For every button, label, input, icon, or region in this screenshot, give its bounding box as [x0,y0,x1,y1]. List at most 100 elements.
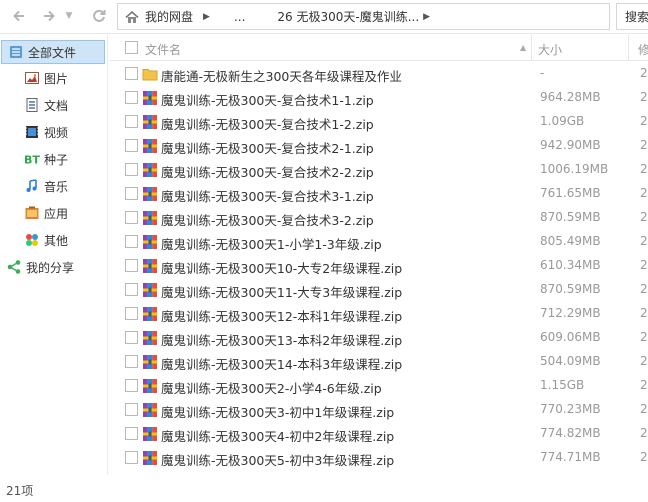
row-checkbox[interactable] [125,283,138,296]
file-size: 774.82MB [540,426,601,440]
sidebar-item-all-files[interactable]: 全部文件 [1,40,105,64]
file-row[interactable]: 魔鬼训练-无极300天13-本科2年级课程.zip 609.06MB 2 [110,326,648,350]
file-row[interactable]: 魔鬼训练-无极300天11-大专3年级课程.zip 870.59MB 2 [110,278,648,302]
breadcrumb-current[interactable]: 26 无极300天-魔鬼训练... [277,8,419,25]
column-divider[interactable] [531,35,532,61]
breadcrumb-root[interactable]: 我的网盘 [145,8,193,25]
file-list: 文件名 ▲ 大小 修 唐能通-无极新生之300天各年级课程及作业 -2 魔鬼训练-无… [110,35,648,475]
column-header-modified[interactable]: 修 [638,41,648,58]
zip-archive-icon [142,90,158,106]
file-row[interactable]: 魔鬼训练-无极300天-复合技术1-2.zip 1.09GB 2 [110,110,648,134]
row-checkbox[interactable] [125,115,138,128]
file-modified: 2 [640,186,648,200]
row-checkbox[interactable] [125,67,138,80]
file-row[interactable]: 魔鬼训练-无极300天3-初中1年级课程.zip 770.23MB 2 [110,398,648,422]
file-name[interactable]: 魔鬼训练-无极300天11-大专3年级课程.zip [161,282,402,301]
item-count: 21项 [6,484,34,498]
file-size: 1.09GB [540,114,585,128]
file-modified: 2 [640,234,648,248]
file-row[interactable]: 魔鬼训练-无极300天-复合技术3-2.zip 870.59MB 2 [110,206,648,230]
file-row[interactable]: 魔鬼训练-无极300天-复合技术2-2.zip 1006.19MB 2 [110,158,648,182]
row-checkbox[interactable] [125,139,138,152]
sidebar-item-documents[interactable]: 文档 [0,93,108,117]
row-checkbox[interactable] [125,307,138,320]
file-row[interactable]: 魔鬼训练-无极300天2-小学4-6年级.zip 1.15GB 2 [110,374,648,398]
row-checkbox[interactable] [125,331,138,344]
file-row[interactable]: 魔鬼训练-无极300天12-本科1年级课程.zip 712.29MB 2 [110,302,648,326]
column-divider[interactable] [628,35,629,61]
sidebar-item-label: 其他 [44,233,69,248]
file-row[interactable]: 魔鬼训练-无极300天1-小学1-3年级.zip 805.49MB 2 [110,230,648,254]
row-checkbox[interactable] [125,403,138,416]
home-icon[interactable] [121,4,143,29]
row-checkbox[interactable] [125,91,138,104]
sidebar-item-apps[interactable]: 应用 [0,201,108,225]
file-row[interactable]: 魔鬼训练-无极300天-复合技术2-1.zip 942.90MB 2 [110,134,648,158]
file-name[interactable]: 魔鬼训练-无极300天10-大专2年级课程.zip [161,258,402,277]
row-checkbox[interactable] [125,259,138,272]
file-name[interactable]: 魔鬼训练-无极300天3-初中1年级课程.zip [161,402,394,421]
row-checkbox[interactable] [125,163,138,176]
row-checkbox[interactable] [125,427,138,440]
column-header-size[interactable]: 大小 [538,41,562,58]
file-name[interactable]: 魔鬼训练-无极300天4-初中2年级课程.zip [161,426,394,445]
row-checkbox[interactable] [125,355,138,368]
file-modified: 2 [640,210,648,224]
file-name[interactable]: 魔鬼训练-无极300天14-本科3年级课程.zip [161,354,402,373]
file-name[interactable]: 魔鬼训练-无极300天1-小学1-3年级.zip [161,234,382,253]
sidebar-item-others[interactable]: 其他 [0,228,108,252]
file-modified: 2 [640,90,648,104]
file-name[interactable]: 魔鬼训练-无极300天-复合技术2-2.zip [161,162,374,181]
file-row[interactable]: 魔鬼训练-无极300天-复合技术1-1.zip 964.28MB 2 [110,86,648,110]
sidebar-item-my-share[interactable]: 我的分享 [0,255,108,279]
file-row[interactable]: 魔鬼训练-无极300天4-初中2年级课程.zip 774.82MB 2 [110,422,648,446]
address-bar[interactable]: 我的网盘 ▶ ... 26 无极300天-魔鬼训练... ▶ [117,3,610,30]
file-row[interactable]: 魔鬼训练-无极300天14-本科3年级课程.zip 504.09MB 2 [110,350,648,374]
file-name[interactable]: 魔鬼训练-无极300天5-初中3年级课程.zip [161,450,394,469]
row-checkbox[interactable] [125,451,138,464]
file-size: 805.49MB [540,234,601,248]
file-row[interactable]: 魔鬼训练-无极300天-复合技术3-1.zip 761.65MB 2 [110,182,648,206]
file-row[interactable]: 魔鬼训练-无极300天5-初中3年级课程.zip 774.71MB 2 [110,446,648,470]
column-header-name[interactable]: 文件名 [145,41,181,58]
all-files-icon [8,44,24,60]
file-size: 1006.19MB [540,162,609,176]
file-name[interactable]: 唐能通-无极新生之300天各年级课程及作业 [161,66,402,85]
file-size: 870.59MB [540,210,601,224]
row-checkbox[interactable] [125,235,138,248]
document-icon [24,97,40,113]
file-row[interactable]: 魔鬼训练-无极300天10-大专2年级课程.zip 610.34MB 2 [110,254,648,278]
search-input[interactable]: 搜索 [616,3,648,30]
file-name[interactable]: 魔鬼训练-无极300天12-本科1年级课程.zip [161,306,402,325]
select-all-checkbox[interactable] [125,41,138,54]
file-modified: 2 [640,402,648,416]
share-icon [6,259,22,275]
file-modified: 2 [640,282,648,296]
zip-archive-icon [142,234,158,250]
sidebar-item-videos[interactable]: 视频 [0,120,108,144]
file-name[interactable]: 魔鬼训练-无极300天2-小学4-6年级.zip [161,378,382,397]
file-name[interactable]: 魔鬼训练-无极300天-复合技术3-1.zip [161,186,374,205]
file-name[interactable]: 魔鬼训练-无极300天-复合技术1-1.zip [161,90,374,109]
file-name[interactable]: 魔鬼训练-无极300天-复合技术2-1.zip [161,138,374,157]
music-icon [24,178,40,194]
sort-arrow-icon[interactable]: ▲ [520,43,526,52]
file-name[interactable]: 魔鬼训练-无极300天-复合技术1-2.zip [161,114,374,133]
file-name[interactable]: 魔鬼训练-无极300天13-本科2年级课程.zip [161,330,402,349]
breadcrumb-separator-icon[interactable]: ▶ [203,12,210,22]
row-checkbox[interactable] [125,187,138,200]
file-row[interactable]: 唐能通-无极新生之300天各年级课程及作业 - 2 [110,62,648,86]
sidebar-item-music[interactable]: 音乐 [0,174,108,198]
back-arrow-icon[interactable] [8,5,30,27]
breadcrumb-ellipsis[interactable]: ... [234,10,245,24]
zip-archive-icon [142,162,158,178]
sidebar-item-torrents[interactable]: BT 种子 [0,147,108,171]
refresh-icon[interactable] [88,5,110,27]
sidebar-item-images[interactable]: 图片 [0,66,108,90]
file-name[interactable]: 魔鬼训练-无极300天-复合技术3-2.zip [161,210,374,229]
chevron-down-icon[interactable]: ▼ [63,5,75,27]
row-checkbox[interactable] [125,379,138,392]
forward-arrow-icon[interactable] [38,5,60,27]
breadcrumb-separator-icon[interactable]: ▶ [423,12,430,22]
row-checkbox[interactable] [125,211,138,224]
